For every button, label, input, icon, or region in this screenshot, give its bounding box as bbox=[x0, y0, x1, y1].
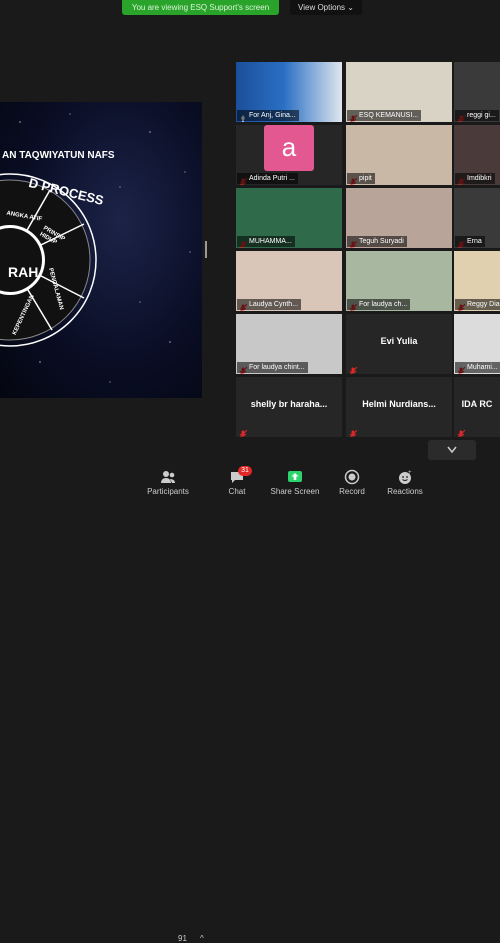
participants-caret-icon[interactable]: ^ bbox=[200, 934, 204, 943]
participant-name: For laudya ch... bbox=[347, 299, 411, 310]
view-options-button[interactable]: View Options ⌄ bbox=[290, 0, 362, 15]
participant-tile[interactable]: Teguh Suryadi bbox=[346, 188, 452, 248]
muted-mic-icon bbox=[457, 426, 466, 437]
wheel-center-text: RAH bbox=[8, 264, 39, 280]
participant-tile[interactable]: Imdibkri bbox=[454, 125, 500, 185]
participant-tile[interactable]: For Anj, Gina... bbox=[236, 62, 342, 122]
participant-tile[interactable]: a Adinda Putri ... bbox=[236, 125, 342, 185]
panel-resize-handle[interactable] bbox=[205, 241, 207, 258]
reactions-icon: + bbox=[399, 470, 412, 484]
participant-name: MUHAMMA... bbox=[237, 236, 295, 247]
participant-name: For laudya chint... bbox=[237, 362, 308, 373]
participant-name: Muhami... bbox=[455, 362, 500, 373]
reactions-label: Reactions bbox=[387, 487, 423, 496]
participant-tile[interactable]: Helmi Nurdians... bbox=[346, 377, 452, 437]
chat-label: Chat bbox=[228, 487, 246, 496]
participant-name: pipit bbox=[347, 173, 375, 184]
record-label: Record bbox=[339, 487, 365, 496]
participant-tile[interactable]: Evi Yulia bbox=[346, 314, 452, 374]
chat-unread-badge: 31 bbox=[238, 466, 252, 476]
participant-display-name: IDA RC bbox=[461, 399, 493, 409]
viewing-banner: You are viewing ESQ Support's screen bbox=[122, 0, 279, 15]
slide-title: AN TAQWIYATUN NAFS bbox=[2, 150, 115, 161]
participant-tile[interactable]: Laudya Cynth... bbox=[236, 251, 342, 311]
participant-tile[interactable]: Reggy Dian... bbox=[454, 251, 500, 311]
share-screen-button[interactable]: Share Screen bbox=[265, 464, 325, 500]
chat-button[interactable]: Chat bbox=[207, 464, 267, 500]
record-icon bbox=[344, 469, 360, 485]
chevron-down-icon bbox=[447, 446, 457, 454]
muted-mic-icon bbox=[349, 426, 358, 437]
participant-tile[interactable]: pipit bbox=[346, 125, 452, 185]
avatar: a bbox=[264, 125, 314, 171]
gallery-next-page-button[interactable] bbox=[428, 440, 476, 460]
participant-name: Imdibkri bbox=[455, 173, 495, 184]
participants-count: 91 bbox=[178, 934, 187, 943]
svg-text:+: + bbox=[408, 470, 412, 476]
share-screen-label: Share Screen bbox=[270, 487, 320, 496]
participants-icon bbox=[161, 471, 175, 483]
participant-tile[interactable]: IDA RC bbox=[454, 377, 500, 437]
participant-name: Erna bbox=[455, 236, 485, 247]
participant-tile[interactable]: shelly br harahа... bbox=[236, 377, 342, 437]
participants-button[interactable]: Participants bbox=[138, 464, 198, 500]
participant-name: reggi gi... bbox=[455, 110, 499, 121]
participant-name: Teguh Suryadi bbox=[347, 236, 407, 247]
participant-display-name: shelly br harahа... bbox=[250, 399, 328, 409]
participant-tile[interactable]: Erna bbox=[454, 188, 500, 248]
top-bar: You are viewing ESQ Support's screen Vie… bbox=[0, 0, 500, 16]
participant-name: Laudya Cynth... bbox=[237, 299, 302, 310]
reactions-button[interactable]: + Reactions bbox=[375, 464, 435, 500]
participant-tile[interactable]: reggi gi... bbox=[454, 62, 500, 122]
starfield bbox=[0, 113, 191, 383]
participant-name: Adinda Putri ... bbox=[237, 173, 298, 184]
participant-name: For Anj, Gina... bbox=[237, 110, 299, 121]
muted-mic-icon bbox=[239, 426, 248, 437]
participants-label: Participants bbox=[147, 487, 189, 496]
participant-display-name: Evi Yulia bbox=[380, 336, 418, 346]
participant-display-name: Helmi Nurdians... bbox=[362, 399, 436, 409]
participant-name: ESQ KEMANUSI... bbox=[347, 110, 422, 121]
participant-tile[interactable]: Muhami... bbox=[454, 314, 500, 374]
muted-mic-icon bbox=[349, 363, 358, 374]
record-button[interactable]: Record bbox=[322, 464, 382, 500]
participant-tile[interactable]: MUHAMMA... bbox=[236, 188, 342, 248]
participant-tile[interactable]: For laudya chint... bbox=[236, 314, 342, 374]
share-screen-icon bbox=[288, 471, 302, 482]
participant-tile[interactable]: ESQ KEMANUSI... bbox=[346, 62, 452, 122]
participant-name: Reggy Dian... bbox=[455, 299, 500, 310]
participant-tile[interactable]: For laudya ch... bbox=[346, 251, 452, 311]
presentation-slide: AN TAQWIYATUN NAFS D PROCESS RAH ANGKA A… bbox=[0, 102, 202, 398]
shared-screen: AN TAQWIYATUN NAFS D PROCESS RAH ANGKA A… bbox=[0, 102, 202, 398]
